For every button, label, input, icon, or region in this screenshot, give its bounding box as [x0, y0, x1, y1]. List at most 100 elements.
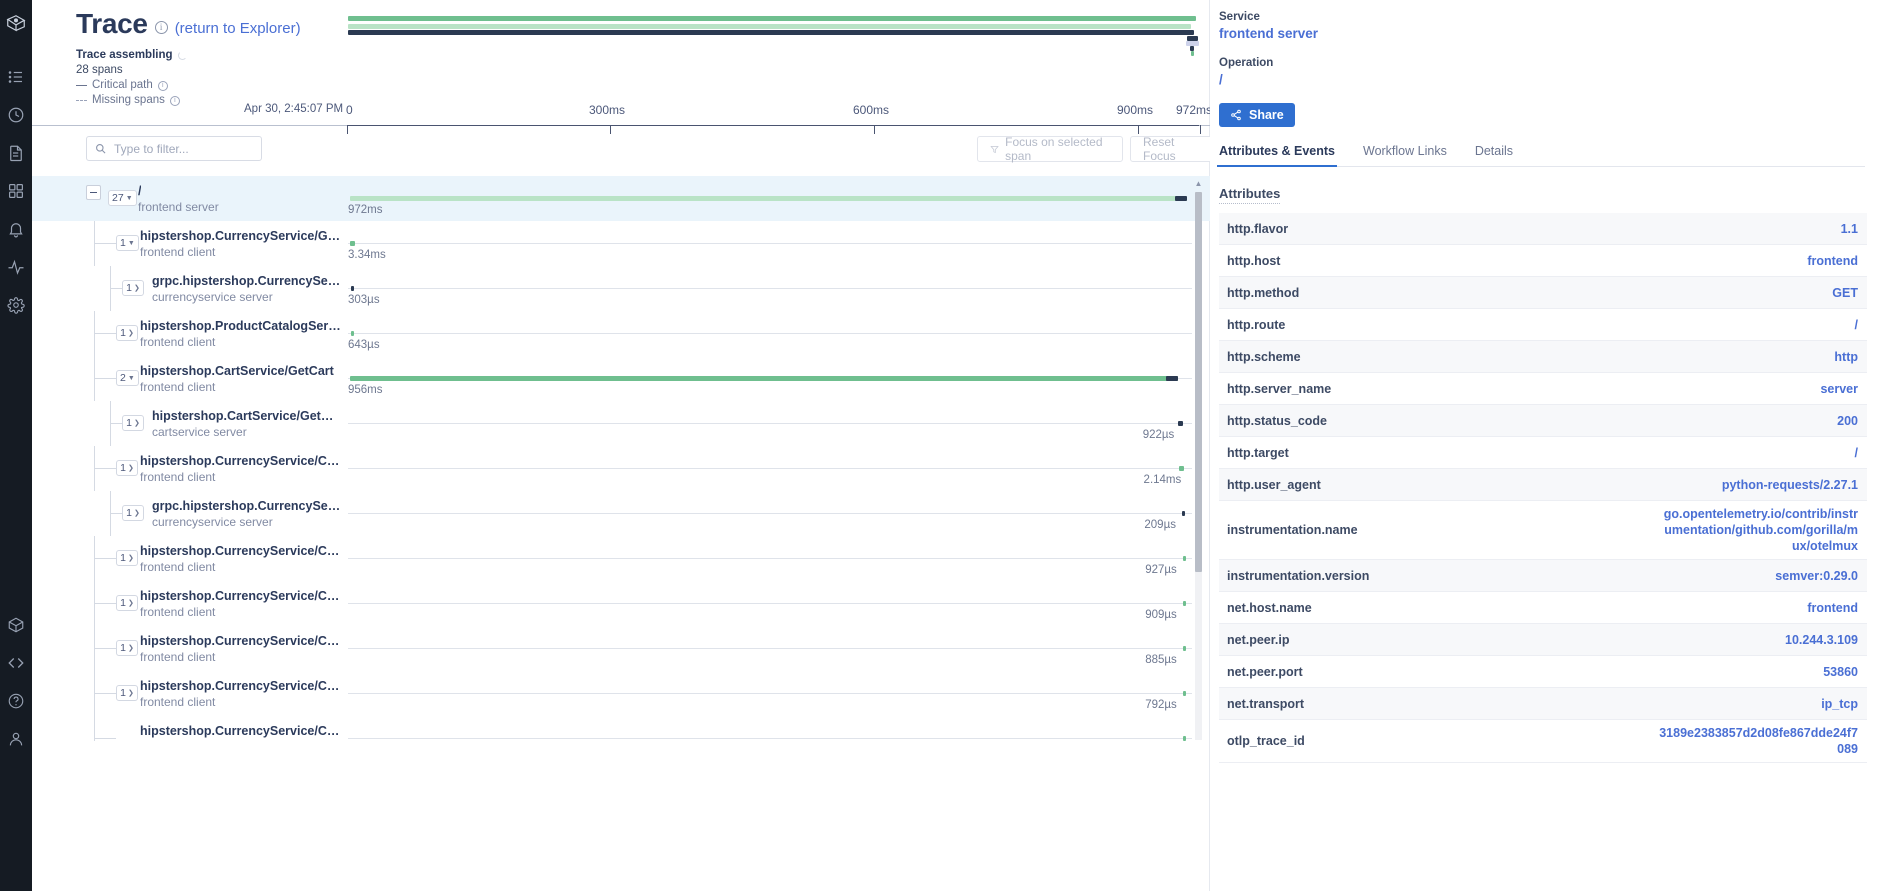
user-icon[interactable] [0, 720, 32, 758]
attribute-value[interactable]: 10.244.3.109 [1785, 632, 1858, 648]
attribute-value[interactable]: http [1834, 349, 1858, 365]
attribute-value[interactable]: go.opentelemetry.io/contrib/instrumentat… [1658, 506, 1858, 554]
span-child-count-chip[interactable]: 1 ❯ [122, 505, 144, 521]
tab-attributes-events[interactable]: Attributes & Events [1217, 144, 1337, 167]
critical-path-swatch-icon [76, 85, 87, 86]
critical-path-info-icon[interactable]: i [157, 80, 168, 91]
span-operation-name: grpc.hipstershop.CurrencyService/Get… [152, 274, 342, 288]
attribute-value[interactable]: 1.1 [1841, 221, 1858, 237]
span-bar-track: 209µs [348, 491, 1192, 536]
span-duration-bar[interactable] [1182, 556, 1186, 561]
tab-details[interactable]: Details [1475, 144, 1513, 166]
span-child-count-chip[interactable]: 1 ❯ [116, 325, 138, 341]
span-duration-bar[interactable] [1178, 421, 1183, 426]
span-child-count-chip[interactable]: 2 ▼ [116, 370, 139, 386]
package-icon[interactable] [0, 606, 32, 644]
span-row[interactable]: 1❯hipstershop.CurrencyService/Convertfro… [32, 581, 1210, 626]
span-duration-bar[interactable] [1182, 736, 1186, 741]
span-duration-bar[interactable] [349, 196, 1187, 201]
span-duration-bar[interactable] [350, 331, 354, 336]
collapse-all-button[interactable] [86, 185, 101, 200]
span-row[interactable]: 1▼hipstershop.CurrencyService/GetSupport… [32, 221, 1210, 266]
span-duration-bar[interactable] [1179, 466, 1184, 471]
info-icon[interactable]: i [154, 21, 168, 34]
tree-connector [94, 468, 116, 469]
span-child-count-chip[interactable]: 1 ❯ [116, 595, 138, 611]
span-row[interactable]: 1❯hipstershop.CurrencyService/Convertfro… [32, 626, 1210, 671]
span-child-count-chip[interactable]: 1 ❯ [116, 640, 138, 656]
span-child-count-chip[interactable]: 1 ▼ [116, 235, 139, 251]
span-row[interactable]: 1❯ grpc.hipstershop.CurrencyService/Con… c… [32, 491, 1210, 536]
attribute-value[interactable]: frontend [1807, 253, 1858, 269]
gear-icon[interactable] [0, 286, 32, 324]
list-icon[interactable] [0, 58, 32, 96]
span-child-count-chip[interactable]: 1 ❯ [122, 415, 144, 431]
span-row[interactable]: 27 ▼ / frontend server 972ms [32, 176, 1210, 221]
span-child-count-chip[interactable]: 1 ❯ [116, 550, 138, 566]
span-child-count-chip[interactable]: 1 ❯ [116, 460, 138, 476]
detail-tabs[interactable]: Attributes & Events Workflow Links Details [1217, 144, 1865, 167]
logo-cube-icon[interactable] [0, 6, 32, 42]
span-row[interactable]: 1 ❯ hipstershop.CartService/GetCart cartser… [32, 401, 1210, 446]
span-duration-bar[interactable] [349, 241, 355, 246]
attribute-value[interactable]: / [1855, 317, 1858, 333]
span-row[interactable]: 1❯hipstershop.CurrencyService/Convertfro… [32, 536, 1210, 581]
attribute-value[interactable]: 200 [1837, 413, 1858, 429]
chip-count: 1 [120, 327, 126, 339]
attribute-value[interactable]: python-requests/2.27.1 [1722, 477, 1858, 493]
help-icon[interactable] [0, 682, 32, 720]
span-duration-label: 909µs [1145, 609, 1177, 621]
activity-icon[interactable] [0, 248, 32, 286]
span-operation-name: grpc.hipstershop.CurrencyService/Con… [152, 499, 342, 513]
attribute-row: http.server_name server [1219, 373, 1867, 405]
attribute-value[interactable]: / [1855, 445, 1858, 461]
return-to-explorer-link[interactable]: (return to Explorer) [175, 20, 301, 37]
span-duration-bar[interactable] [1182, 646, 1186, 651]
service-label: Service [1219, 11, 1260, 23]
service-value[interactable]: frontend server [1219, 26, 1865, 41]
attribute-value[interactable]: 3189e2383857d2d08fe867dde24f7089 [1658, 725, 1858, 757]
span-child-count-chip[interactable]: 1 ❯ [122, 280, 144, 296]
focus-on-selected-span-button[interactable]: Focus on selected span [977, 135, 1123, 163]
span-duration-bar[interactable] [1181, 511, 1185, 516]
span-row[interactable]: 1❯hipstershop.CurrencyService/Convertfro… [32, 671, 1210, 716]
span-child-count-chip[interactable]: 27 ▼ [108, 190, 137, 206]
span-list-scrollbar[interactable]: ▲ [1194, 180, 1203, 740]
tab-workflow-links[interactable]: Workflow Links [1363, 144, 1447, 166]
reset-focus-button[interactable]: Reset Focus [1130, 135, 1218, 163]
span-duration-bar[interactable] [349, 376, 1179, 381]
span-row-rule [348, 513, 1192, 514]
code-icon[interactable] [0, 644, 32, 682]
operation-value[interactable]: / [1219, 72, 1865, 87]
trace-minimap[interactable] [348, 12, 1200, 56]
share-button[interactable]: Share [1219, 103, 1295, 127]
span-duration-bar[interactable] [1182, 691, 1186, 696]
bell-icon[interactable] [0, 210, 32, 248]
span-list[interactable]: 27 ▼ / frontend server 972ms 1 ▼ hipstershop.Cu… [32, 176, 1210, 741]
attribute-value[interactable]: ip_tcp [1821, 696, 1858, 712]
search-input-wrapper[interactable] [86, 136, 262, 161]
span-row[interactable]: 1❯ grpc.hipstershop.CurrencyService/Get… c… [32, 266, 1210, 311]
span-row[interactable]: 1❯hipstershop.ProductCatalogService/List… [32, 311, 1210, 356]
scrollbar-thumb[interactable] [1195, 192, 1202, 572]
span-row[interactable]: 2 ▼ hipstershop.CartService/GetCart fronten… [32, 356, 1210, 401]
span-duration-bar[interactable] [350, 286, 354, 291]
search-input[interactable] [112, 140, 247, 157]
attribute-value[interactable]: GET [1832, 285, 1858, 301]
grid-icon[interactable] [0, 172, 32, 210]
attribute-value[interactable]: server [1820, 381, 1858, 397]
scroll-up-arrow-icon[interactable]: ▲ [1194, 180, 1203, 189]
document-icon[interactable] [0, 134, 32, 172]
attributes-section-title: Attributes [1219, 186, 1281, 204]
attribute-value[interactable]: 53860 [1823, 664, 1858, 680]
span-child-count-chip[interactable]: 1 ❯ [116, 685, 138, 701]
span-row[interactable]: hipstershop.CurrencyService/Convert [32, 716, 1210, 741]
clock-icon[interactable] [0, 96, 32, 134]
span-operation-name: hipstershop.CurrencyService/Convert [140, 679, 342, 693]
span-duration-bar[interactable] [1182, 601, 1186, 606]
span-duration-label: 972ms [348, 204, 383, 216]
span-row[interactable]: 1❯hipstershop.CurrencyService/Convertfro… [32, 446, 1210, 491]
attribute-value[interactable]: frontend [1807, 600, 1858, 616]
axis-tick-label: 300ms [589, 103, 626, 117]
attribute-value[interactable]: semver:0.29.0 [1775, 568, 1858, 584]
